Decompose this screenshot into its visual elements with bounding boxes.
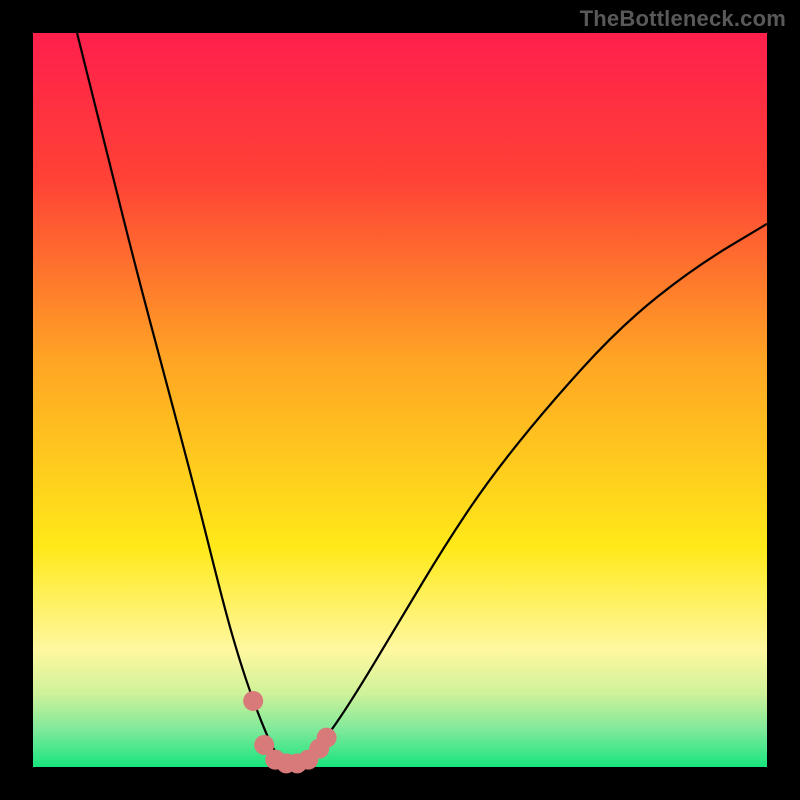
plot-background <box>33 33 767 767</box>
watermark-text: TheBottleneck.com <box>580 6 786 32</box>
highlight-marker <box>317 728 337 748</box>
chart-canvas <box>0 0 800 800</box>
highlight-marker <box>243 691 263 711</box>
